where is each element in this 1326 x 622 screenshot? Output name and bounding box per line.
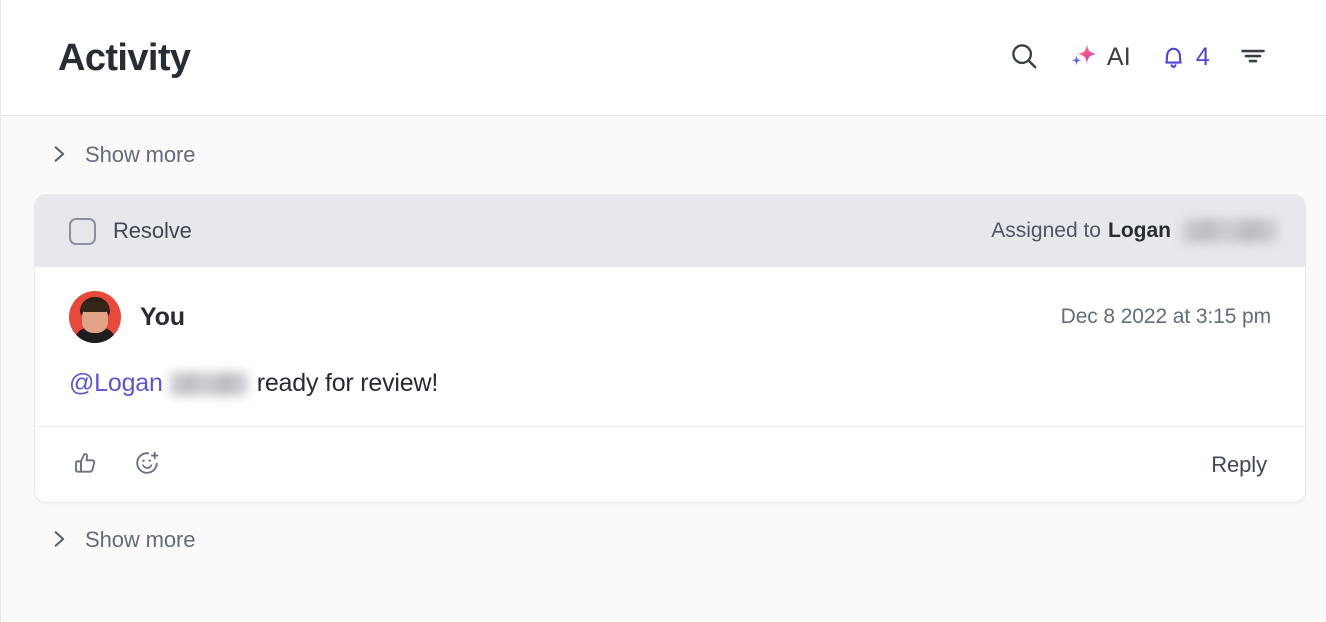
show-more-label: Show more — [85, 142, 196, 167]
assignee-name: Logan — [1108, 219, 1171, 242]
activity-panel: Activity AI 4 Show more Resolve Assigned… — [0, 0, 1326, 622]
mention-surname-redacted — [169, 371, 248, 396]
resolve-checkbox[interactable] — [69, 217, 96, 245]
resolve-label: Resolve — [113, 218, 192, 243]
comment-card: Resolve Assigned to Logan You Dec 8 2022… — [34, 194, 1306, 503]
comment-timestamp: Dec 8 2022 at 3:15 pm — [1060, 305, 1271, 328]
search-icon — [1009, 41, 1039, 74]
ai-button[interactable]: AI — [1053, 32, 1145, 83]
assignee-info: Assigned to Logan — [991, 219, 1278, 243]
panel-header: Activity AI 4 — [1, 0, 1326, 116]
ai-label: AI — [1106, 43, 1131, 71]
assigned-to-prefix: Assigned to — [991, 219, 1101, 242]
thumbs-up-icon — [71, 449, 99, 480]
sparkle-ai-icon — [1067, 40, 1099, 75]
comment-text: @Logan ready for review! — [69, 369, 1271, 398]
chevron-right-icon — [49, 144, 69, 167]
mention-link[interactable]: @Logan — [69, 369, 163, 398]
comment-author: You — [69, 291, 185, 343]
add-reaction-button[interactable] — [129, 445, 165, 484]
header-actions: AI 4 — [995, 32, 1282, 83]
add-reaction-icon — [133, 449, 161, 480]
bell-icon — [1159, 42, 1188, 74]
comment-footer: Reply — [35, 426, 1305, 502]
show-more-label: Show more — [85, 527, 196, 552]
show-more-top-button[interactable]: Show more — [1, 116, 1326, 194]
resolve-bar: Resolve Assigned to Logan — [35, 195, 1305, 267]
reply-button[interactable]: Reply — [1203, 446, 1275, 484]
filter-icon — [1238, 41, 1268, 74]
search-button[interactable] — [995, 33, 1053, 82]
resolve-toggle[interactable]: Resolve — [69, 217, 192, 245]
author-name: You — [140, 302, 185, 331]
comment-message: ready for review! — [256, 369, 439, 397]
notification-count: 4 — [1195, 43, 1210, 71]
assignee-surname-redacted — [1182, 219, 1278, 243]
page-title: Activity — [58, 36, 191, 79]
filter-button[interactable] — [1224, 33, 1282, 82]
chevron-right-icon — [49, 529, 69, 552]
comment-body: You Dec 8 2022 at 3:15 pm @Logan ready f… — [35, 267, 1305, 426]
reaction-actions — [67, 445, 165, 484]
avatar — [69, 291, 121, 343]
show-more-bottom-button[interactable]: Show more — [1, 503, 1326, 579]
activity-body: Show more Resolve Assigned to Logan You … — [1, 116, 1326, 579]
notifications-button[interactable]: 4 — [1145, 34, 1224, 82]
comment-header: You Dec 8 2022 at 3:15 pm — [69, 291, 1271, 343]
thumbs-up-button[interactable] — [67, 445, 103, 484]
